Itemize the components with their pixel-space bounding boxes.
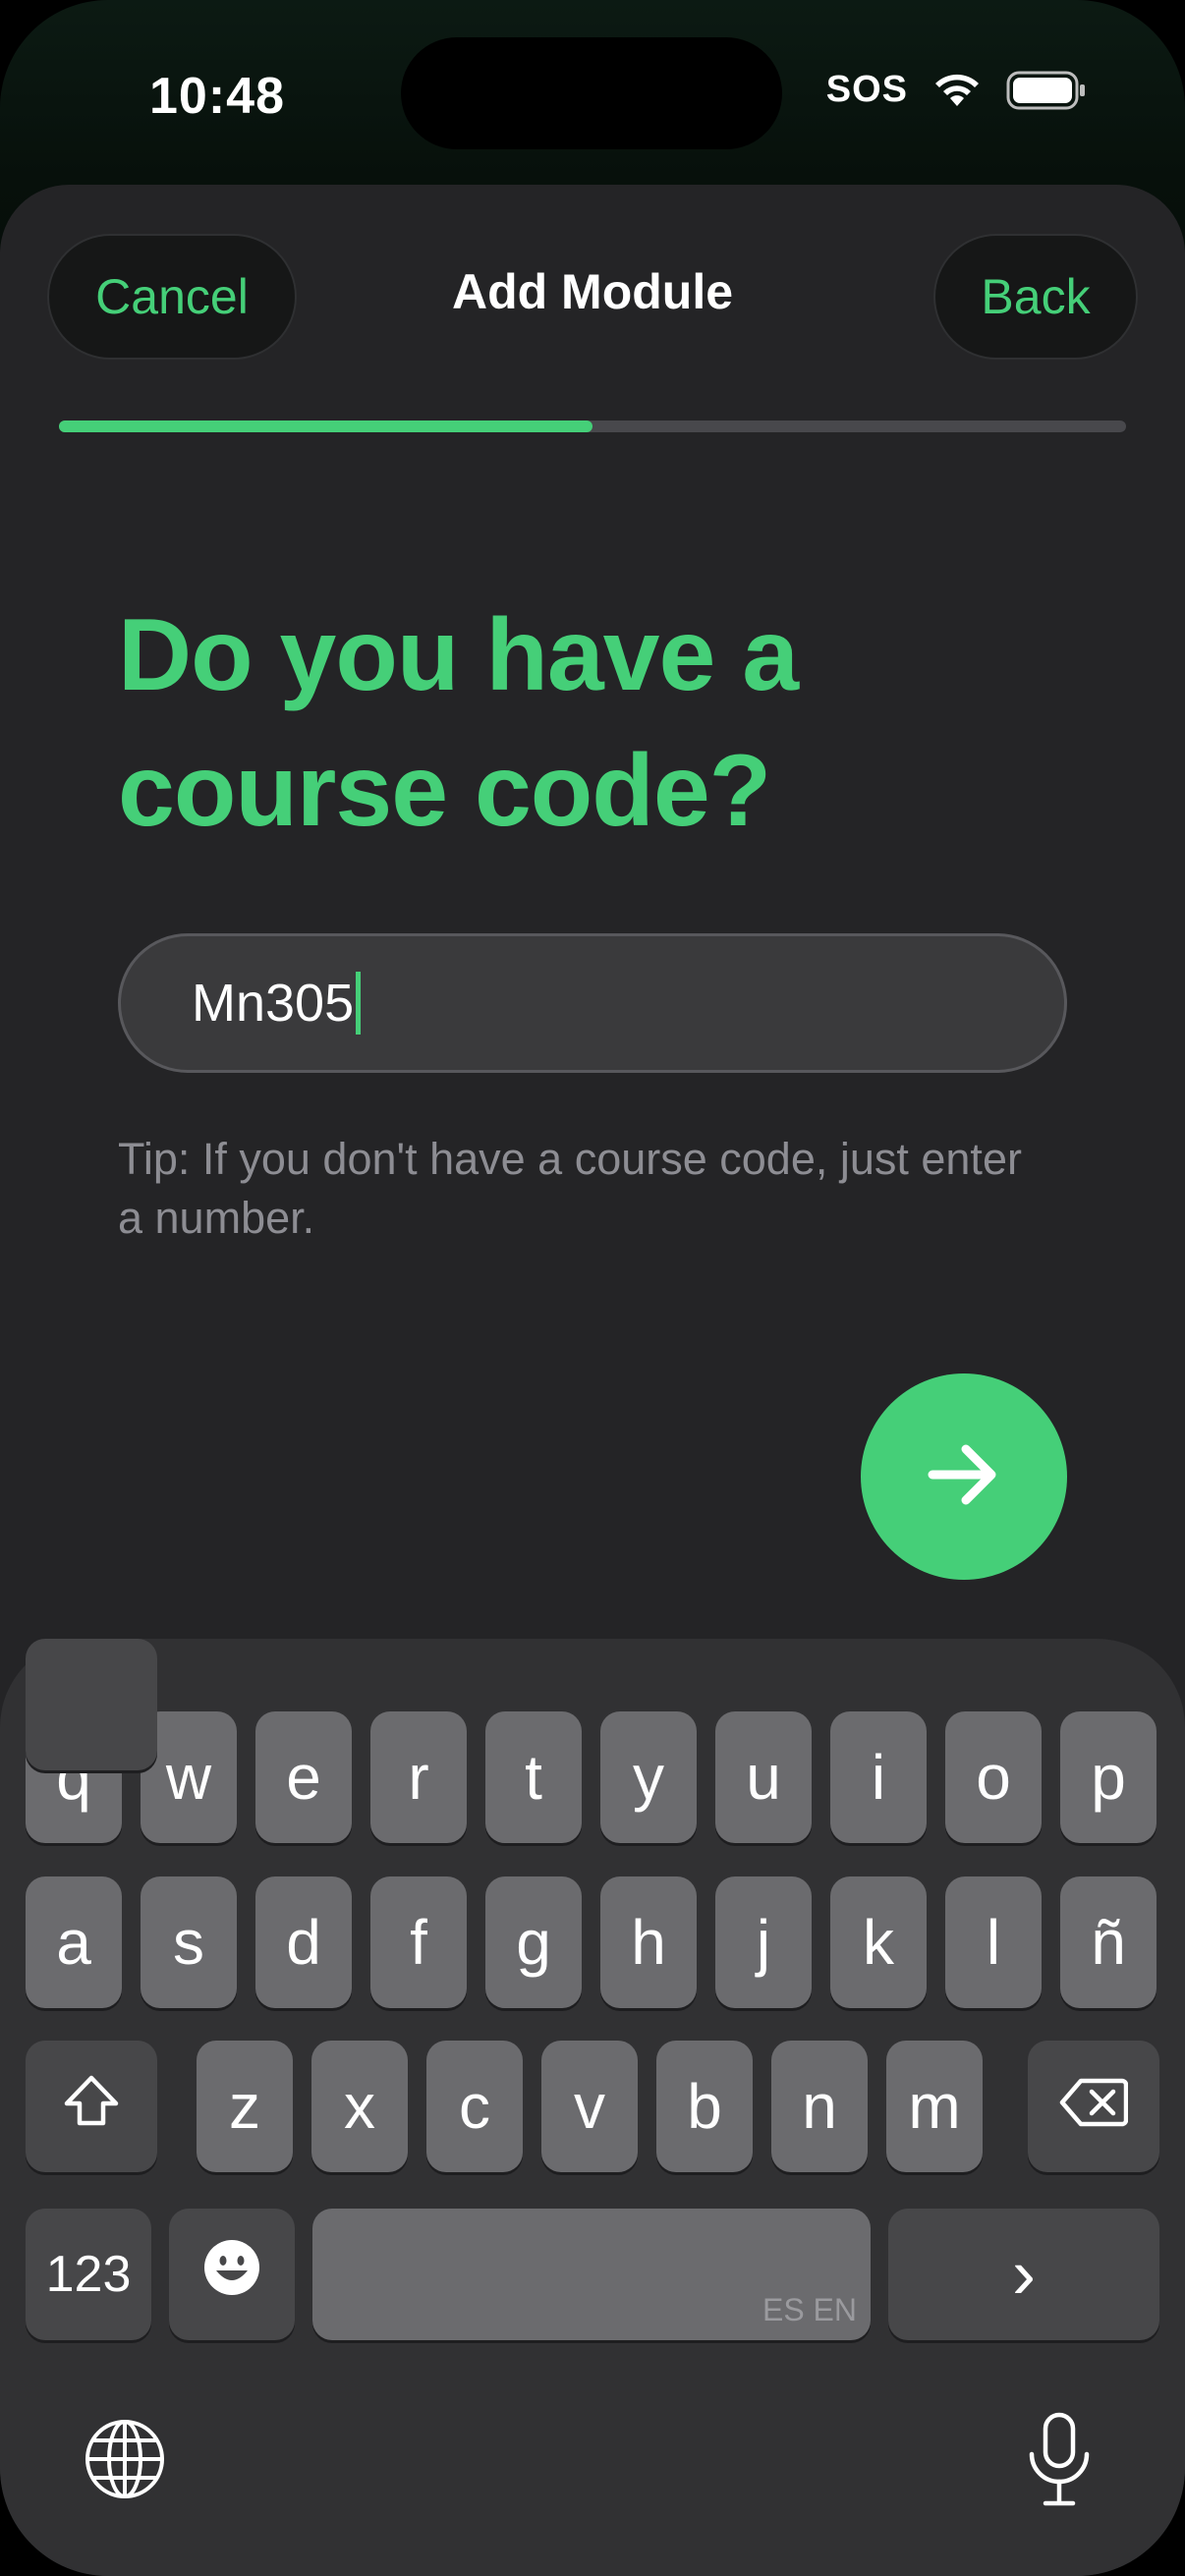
dynamic-island — [401, 37, 782, 149]
globe-icon[interactable] — [83, 2417, 167, 2501]
delete-key[interactable] — [1028, 2041, 1159, 2172]
key-n[interactable]: n — [771, 2041, 868, 2172]
key-y[interactable]: y — [600, 1711, 697, 1843]
keyboard: qwertyuiop asdfghjklñ zxcvbnm 123 ES EN … — [0, 1639, 1185, 2576]
progress-bar — [59, 420, 1126, 432]
question-heading: Do you have a course code? — [118, 588, 1061, 859]
key-k[interactable]: k — [830, 1876, 927, 2008]
back-button[interactable]: Back — [933, 234, 1138, 360]
key-v[interactable]: v — [541, 2041, 638, 2172]
key-d[interactable]: d — [255, 1876, 352, 2008]
emoji-icon — [201, 2237, 262, 2313]
numbers-key[interactable]: 123 — [26, 2209, 151, 2340]
key-g[interactable]: g — [485, 1876, 582, 2008]
key-s[interactable]: s — [141, 1876, 237, 2008]
key-f[interactable]: f — [370, 1876, 467, 2008]
return-key[interactable]: › — [888, 2209, 1159, 2340]
key-z[interactable]: z — [197, 2041, 293, 2172]
question-line-1: Do you have a — [118, 598, 799, 712]
microphone-icon[interactable] — [1020, 2411, 1099, 2509]
shift-key[interactable] — [26, 2041, 157, 2172]
arrow-right-icon — [925, 1440, 1003, 1514]
text-caret — [356, 972, 362, 1035]
question-line-2: course code? — [118, 734, 771, 848]
key-i[interactable]: i — [830, 1711, 927, 1843]
key-c[interactable]: c — [426, 2041, 523, 2172]
next-button[interactable] — [861, 1373, 1067, 1580]
key-u[interactable]: u — [715, 1711, 812, 1843]
key-t[interactable]: t — [485, 1711, 582, 1843]
emoji-key[interactable] — [169, 2209, 295, 2340]
tip-text: Tip: If you don't have a course code, ju… — [118, 1134, 1022, 1243]
phone-screen: 10:48 SOS Cancel Add Module Back Do you — [0, 0, 1185, 2576]
course-code-value: Mn305 — [192, 974, 355, 1033]
space-language-label: ES EN — [762, 2292, 857, 2327]
shift-icon — [62, 2070, 121, 2143]
key-x[interactable]: x — [311, 2041, 408, 2172]
status-indicators: SOS — [826, 69, 1087, 111]
key-ñ[interactable]: ñ — [1060, 1876, 1157, 2008]
key-l[interactable]: l — [945, 1876, 1042, 2008]
key-r[interactable]: r — [370, 1711, 467, 1843]
course-code-input[interactable]: Mn305 — [118, 933, 1067, 1073]
progress-fill — [59, 420, 592, 432]
key-m[interactable]: m — [886, 2041, 983, 2172]
space-key[interactable]: ES EN — [312, 2209, 871, 2340]
key-p[interactable]: p — [1060, 1711, 1157, 1843]
key-b[interactable]: b — [656, 2041, 753, 2172]
sos-label: SOS — [825, 69, 908, 110]
key-e[interactable]: e — [255, 1711, 352, 1843]
delete-icon — [1059, 2070, 1129, 2143]
key-j[interactable]: j — [715, 1876, 812, 2008]
battery-icon — [1006, 70, 1087, 111]
key-a[interactable]: a — [26, 1876, 122, 2008]
wifi-icon — [931, 71, 983, 110]
status-time: 10:48 — [149, 68, 285, 125]
key-h[interactable]: h — [600, 1876, 697, 2008]
key-o[interactable]: o — [945, 1711, 1042, 1843]
